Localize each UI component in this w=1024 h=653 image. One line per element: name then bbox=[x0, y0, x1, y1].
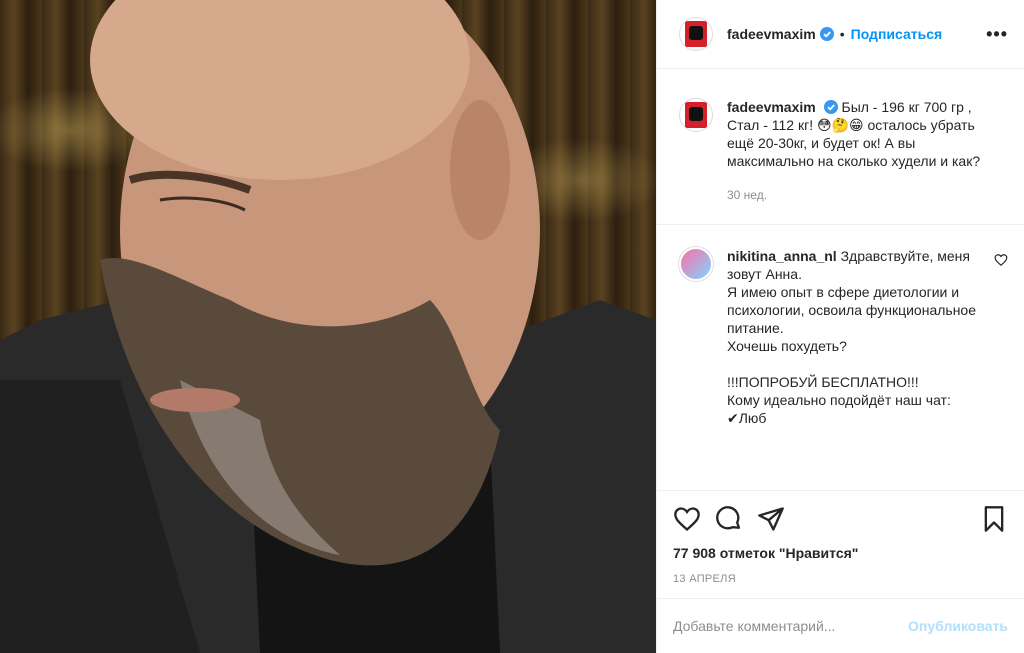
caption: fadeevmaxim Был - 196 кг 700 гр , Стал -… bbox=[657, 70, 1024, 204]
comments-list[interactable]: fadeevmaxim Был - 196 кг 700 гр , Стал -… bbox=[657, 70, 1024, 490]
author-username[interactable]: fadeevmaxim bbox=[727, 26, 816, 42]
share-icon[interactable] bbox=[757, 505, 785, 533]
commenter-avatar[interactable] bbox=[679, 247, 713, 281]
comment-item: nikitina_anna_nl Здравствуйте, меня зову… bbox=[657, 225, 1024, 427]
comment-username[interactable]: nikitina_anna_nl bbox=[727, 248, 837, 264]
more-icon[interactable]: ••• bbox=[986, 24, 1008, 45]
caption-avatar[interactable] bbox=[679, 98, 713, 132]
author-avatar[interactable] bbox=[679, 17, 713, 51]
caption-body: fadeevmaxim Был - 196 кг 700 гр , Стал -… bbox=[727, 98, 995, 204]
comment-text: Здравствуйте, меня зовут Анна. Я имею оп… bbox=[727, 248, 977, 426]
comment-like-icon[interactable] bbox=[994, 253, 1008, 267]
heart-icon[interactable] bbox=[673, 505, 701, 533]
comment-icon[interactable] bbox=[715, 505, 743, 533]
action-icons bbox=[673, 503, 1008, 535]
comment-body: nikitina_anna_nl Здравствуйте, меня зову… bbox=[727, 247, 994, 427]
post-photo[interactable] bbox=[0, 0, 656, 653]
post-panel: fadeevmaxim • Подписаться ••• fadeevmaxi… bbox=[656, 0, 1024, 653]
caption-username[interactable]: fadeevmaxim bbox=[727, 99, 816, 115]
follow-button[interactable]: Подписаться bbox=[851, 26, 943, 42]
post-actions: 77 908 отметок "Нравится" 13 АПРЕЛЯ bbox=[657, 490, 1024, 585]
comment-input[interactable] bbox=[673, 618, 909, 634]
separator-dot: • bbox=[839, 26, 845, 42]
bookmark-icon[interactable] bbox=[980, 505, 1008, 533]
caption-time[interactable]: 30 нед. bbox=[727, 186, 995, 204]
post-date[interactable]: 13 АПРЕЛЯ bbox=[673, 573, 1008, 585]
post-header: fadeevmaxim • Подписаться ••• bbox=[657, 0, 1024, 69]
verified-icon bbox=[823, 100, 838, 114]
add-comment-bar: Опубликовать bbox=[657, 598, 1024, 653]
publish-button[interactable]: Опубликовать bbox=[908, 618, 1008, 634]
verified-icon bbox=[819, 27, 834, 41]
photo-illustration bbox=[0, 0, 656, 653]
likes-count[interactable]: 77 908 отметок "Нравится" bbox=[673, 545, 1008, 561]
